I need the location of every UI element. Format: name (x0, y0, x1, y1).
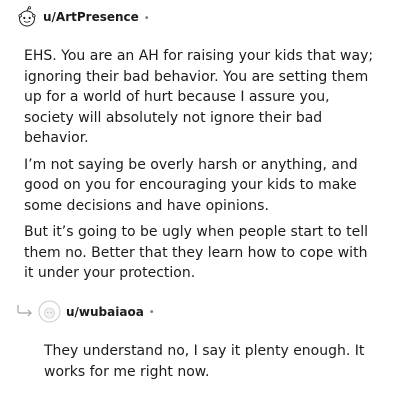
comment-username[interactable]: u/ArtPresence (43, 10, 139, 24)
comment-paragraph: But it’s going to be ugly when people st… (24, 224, 368, 281)
reply-paragraph: They understand no, I say it plenty enou… (44, 343, 365, 380)
reply-username[interactable]: u/wubaiaoa (66, 305, 144, 319)
snoo-avatar-icon[interactable] (16, 6, 38, 28)
comment-paragraph: EHS. You are an AH for raising your kids… (24, 48, 374, 146)
comment-body: EHS. You are an AH for raising your kids… (24, 46, 380, 290)
separator-dot: • (148, 307, 155, 318)
comment-header: u/ArtPresence • (16, 6, 150, 28)
comment-paragraph: I’m not saying be overly harsh or anythi… (24, 156, 358, 214)
reply-header: u/wubaiaoa • (38, 300, 155, 323)
reply-arrow-icon (16, 303, 34, 322)
separator-dot: • (143, 12, 150, 24)
reply-body: They understand no, I say it plenty enou… (44, 341, 380, 388)
default-avatar-icon[interactable] (38, 300, 61, 323)
